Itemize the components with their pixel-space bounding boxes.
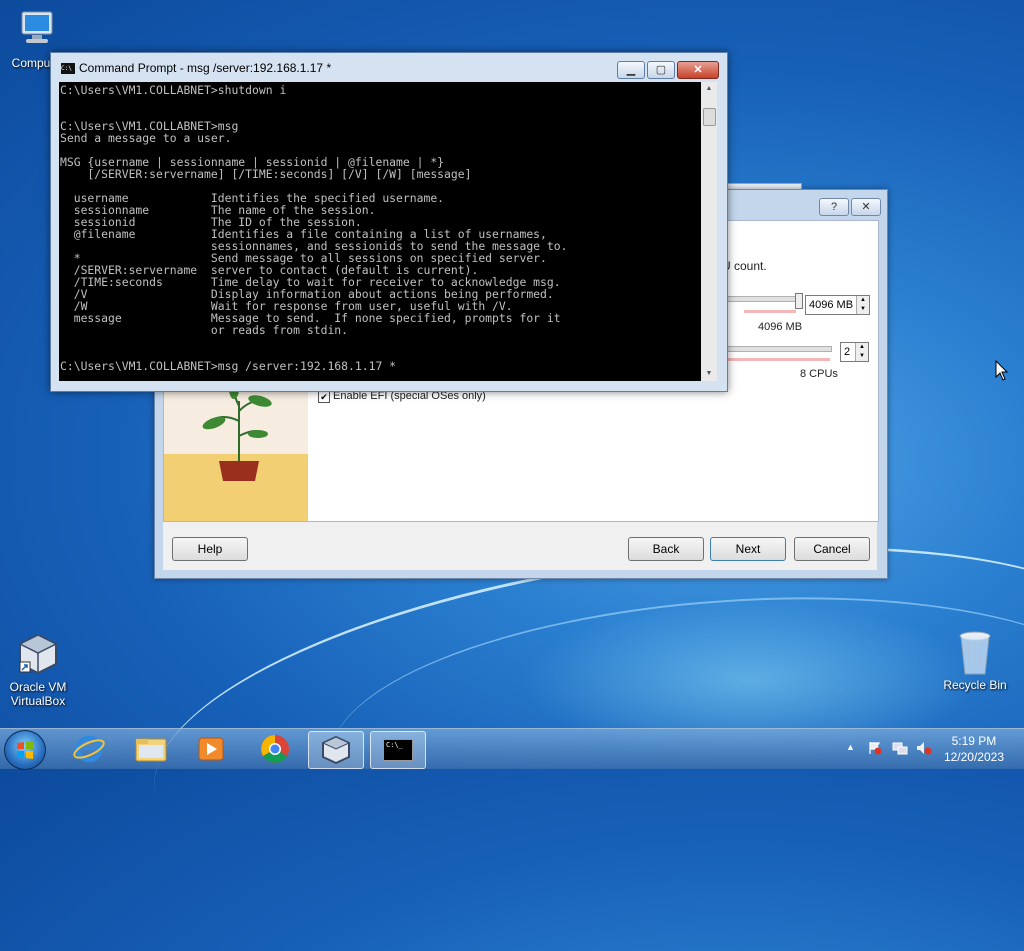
chrome-icon (261, 735, 289, 763)
action-center-flag-icon[interactable] (868, 741, 882, 755)
scroll-thumb[interactable] (703, 108, 716, 126)
back-button[interactable]: Back (628, 537, 704, 561)
virtualbox-icon (16, 632, 60, 676)
maximize-button[interactable]: ▢ (647, 61, 675, 79)
virtualbox-label-line2: VirtualBox (10, 694, 66, 708)
cmd-window-title: Command Prompt - msg /server:192.168.1.1… (79, 61, 332, 75)
taskbar-chrome[interactable] (248, 731, 302, 767)
console-scrollbar[interactable]: ▲ ▼ (701, 82, 717, 381)
help-button[interactable]: Help (172, 537, 248, 561)
close-button[interactable]: ✕ (677, 61, 719, 79)
cmd-window-controls: ▁ ▢ ✕ (617, 61, 719, 79)
next-button[interactable]: Next (710, 537, 786, 561)
recycle-bin-icon (953, 630, 997, 675)
system-tray: ▲ 5:19 PM 12/20/2023 (842, 729, 1022, 769)
memory-slider-track[interactable] (724, 296, 796, 302)
clock[interactable]: 5:19 PM 12/20/2023 (944, 733, 1004, 765)
volume-muted-icon[interactable] (916, 741, 932, 755)
minimize-button[interactable]: ▁ (617, 61, 645, 79)
memory-max-label: 4096 MB (758, 321, 803, 333)
virtualbox-taskbar-icon (321, 735, 351, 765)
mouse-cursor (995, 360, 1009, 381)
desktop-icon-recycle-bin[interactable]: Recycle Bin (937, 630, 1013, 692)
taskbar-virtualbox[interactable] (308, 731, 364, 769)
media-player-icon (198, 737, 224, 761)
console-text: C:\Users\VM1.COLLABNET>shutdown i C:\Use… (60, 83, 568, 373)
virtualbox-label-line1: Oracle VM (9, 680, 67, 694)
desktop-icon-virtualbox[interactable]: Oracle VM VirtualBox (0, 632, 76, 708)
cpu-slider-warning-zone (724, 358, 830, 361)
show-hidden-icons-chevron-icon[interactable]: ▲ (846, 742, 855, 752)
scroll-down-arrow[interactable]: ▼ (701, 367, 717, 381)
memory-slider-handle[interactable] (795, 293, 803, 309)
computer-icon (16, 8, 60, 52)
taskbar-file-explorer[interactable] (124, 731, 178, 767)
start-button[interactable] (4, 730, 46, 770)
command-prompt-window: C:\ Command Prompt - msg /server:192.168.… (50, 52, 728, 392)
cpu-spinbox[interactable]: 2 ▲ ▼ (840, 342, 869, 362)
memory-spin-arrows[interactable]: ▲ ▼ (856, 296, 869, 314)
memory-spinbox-value: 4096 MB (809, 299, 854, 311)
network-icon[interactable] (892, 741, 908, 755)
taskbar-internet-explorer[interactable] (62, 731, 116, 767)
efi-checkbox[interactable]: ✔ (318, 391, 330, 403)
command-prompt-taskbar-icon: C:\_ (383, 739, 413, 761)
wizard-button-bar: Help Back Next Cancel (163, 522, 877, 570)
folder-icon (135, 738, 167, 762)
console-output-area[interactable]: C:\Users\VM1.COLLABNET>shutdown i C:\Use… (59, 82, 701, 381)
recycle-bin-label: Recycle Bin (943, 678, 1007, 692)
clock-time: 5:19 PM (951, 734, 997, 748)
memory-spinbox[interactable]: 4096 MB ▲ ▼ (805, 295, 870, 315)
cpu-hint-text: U count. (722, 259, 767, 273)
cmd-window-icon: C:\ (61, 63, 75, 75)
cmd-title-bar[interactable]: C:\ Command Prompt - msg /server:192.168.… (61, 61, 331, 75)
taskbar-command-prompt[interactable]: C:\_ (370, 731, 426, 769)
cancel-button[interactable]: Cancel (794, 537, 870, 561)
cpu-spin-arrows[interactable]: ▲ ▼ (855, 343, 868, 361)
cpu-slider-track[interactable] (724, 346, 832, 352)
windows-logo-icon (17, 741, 33, 759)
cpu-max-label: 8 CPUs (800, 368, 838, 380)
internet-explorer-icon (73, 735, 105, 763)
memory-slider-warning-zone (744, 310, 796, 313)
taskbar: C:\_ ▲ 5:19 PM 12/20/2023 (0, 728, 1024, 770)
taskbar-media-player[interactable] (184, 731, 238, 767)
close-title-button[interactable]: ✕ (851, 198, 881, 216)
scroll-up-arrow[interactable]: ▲ (701, 82, 717, 96)
cpu-spinbox-value: 2 (844, 346, 851, 358)
help-title-button[interactable]: ? (819, 198, 849, 216)
clock-date: 12/20/2023 (943, 750, 1004, 764)
wizard-title-buttons: ? ✕ (819, 198, 881, 216)
